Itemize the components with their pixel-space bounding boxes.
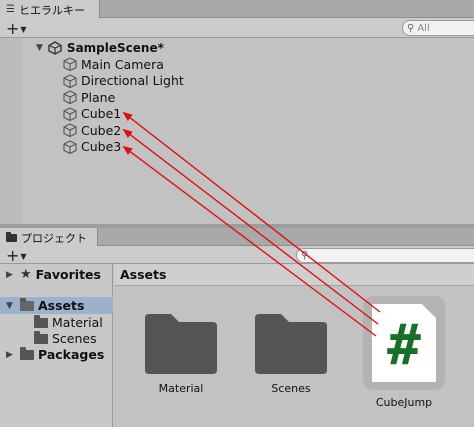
- folder-icon: [34, 314, 48, 328]
- folder-icon: [6, 231, 17, 242]
- plus-icon: +: [6, 19, 20, 38]
- hierarchy-item-label: Cube2: [81, 122, 122, 138]
- sidebar-item-label: Favorites: [35, 267, 101, 282]
- star-icon: ★: [20, 267, 32, 282]
- asset-item-folder[interactable]: Material: [136, 312, 226, 395]
- cube-icon: [63, 73, 77, 88]
- cube-icon: [63, 106, 77, 121]
- hierarchy-item[interactable]: Plane: [63, 89, 115, 105]
- asset-selection-frame: #: [363, 296, 445, 390]
- hierarchy-search-input[interactable]: ⚲ All: [402, 20, 474, 36]
- hierarchy-search-placeholder: All: [417, 22, 430, 34]
- hierarchy-tree: ▼ SampleScene* Main Camera Directional L…: [0, 38, 474, 226]
- hierarchy-item-label: Plane: [81, 89, 116, 105]
- folder-icon: [20, 346, 34, 360]
- project-tabbar: プロジェクト: [0, 228, 474, 247]
- folder-icon: [145, 314, 217, 374]
- caret-down-icon: ▼: [20, 252, 27, 261]
- asset-label: Material: [158, 382, 204, 395]
- project-search-input[interactable]: ⚲: [296, 248, 474, 263]
- sidebar-item-label: Assets: [38, 298, 85, 313]
- tab-hierarchy[interactable]: ☰ ヒエラルキー: [0, 0, 100, 19]
- folder-icon: [255, 314, 327, 374]
- hierarchy-item-label: Cube3: [81, 139, 122, 154]
- asset-label: CubeJump: [375, 396, 433, 409]
- tab-project-label: プロジェクト: [21, 231, 87, 245]
- hierarchy-item-label: Directional Light: [81, 73, 184, 88]
- sidebar-item-assets[interactable]: ▼ Assets: [6, 297, 84, 314]
- hierarchy-tabbar: ☰ ヒエラルキー: [0, 0, 474, 19]
- asset-item-script[interactable]: # CubeJump: [359, 296, 449, 409]
- hierarchy-item[interactable]: Cube1: [63, 106, 121, 122]
- script-glyph: #: [387, 313, 421, 378]
- hierarchy-item[interactable]: Main Camera: [63, 56, 164, 72]
- cube-icon: [63, 123, 77, 137]
- project-add-button[interactable]: + ▼: [6, 246, 27, 265]
- fold-right-icon[interactable]: ▶: [6, 270, 16, 280]
- sidebar-item-material[interactable]: Material: [34, 314, 103, 331]
- hierarchy-toolbar: + ▼ ⚲ All: [0, 18, 474, 38]
- csharp-script-icon: #: [372, 304, 436, 382]
- cube-icon: [63, 57, 77, 71]
- folder-open-icon: [20, 297, 34, 311]
- scene-name: SampleScene*: [66, 41, 164, 55]
- hierarchy-gutter: [0, 38, 22, 226]
- breadcrumb: Assets: [114, 264, 474, 286]
- fold-right-icon[interactable]: ▶: [6, 350, 16, 360]
- sidebar-item-label: Scenes: [52, 331, 97, 346]
- unity-scene-icon: [48, 41, 62, 55]
- hierarchy-item-label: Cube1: [81, 106, 122, 121]
- plus-icon: +: [6, 246, 20, 265]
- fold-down-icon[interactable]: ▼: [36, 43, 43, 53]
- asset-label: Scenes: [271, 382, 311, 395]
- sidebar-item-packages[interactable]: ▶ Packages: [6, 346, 104, 363]
- asset-item-folder[interactable]: Scenes: [246, 312, 336, 395]
- list-icon: ☰: [6, 4, 15, 15]
- hierarchy-item[interactable]: Cube2: [63, 122, 121, 138]
- folder-icon: [34, 330, 48, 344]
- sidebar-item-scenes[interactable]: Scenes: [34, 330, 97, 347]
- sidebar-item-favorites[interactable]: ▶ ★ Favorites: [6, 266, 101, 283]
- project-toolbar: + ▼ ⚲: [0, 246, 474, 264]
- search-icon: ⚲: [407, 22, 415, 34]
- hierarchy-item[interactable]: Cube3: [63, 139, 121, 155]
- fold-down-icon[interactable]: ▼: [6, 301, 16, 311]
- cube-icon: [63, 139, 77, 154]
- sidebar-item-label: Material: [52, 315, 103, 330]
- tab-hierarchy-label: ヒエラルキー: [18, 3, 85, 17]
- hierarchy-add-button[interactable]: + ▼: [6, 19, 27, 38]
- project-asset-area: Assets Material Scenes # CubeJump: [114, 264, 474, 427]
- hierarchy-item-label: Main Camera: [81, 56, 164, 72]
- breadcrumb-label[interactable]: Assets: [120, 267, 166, 282]
- caret-down-icon: ▼: [20, 25, 27, 34]
- scene-row[interactable]: ▼ SampleScene*: [36, 40, 164, 56]
- search-icon: ⚲: [301, 250, 309, 261]
- cube-icon: [63, 90, 77, 104]
- tab-project[interactable]: プロジェクト: [0, 228, 98, 247]
- sidebar-item-label: Packages: [38, 347, 105, 362]
- hierarchy-item[interactable]: Directional Light: [63, 73, 184, 89]
